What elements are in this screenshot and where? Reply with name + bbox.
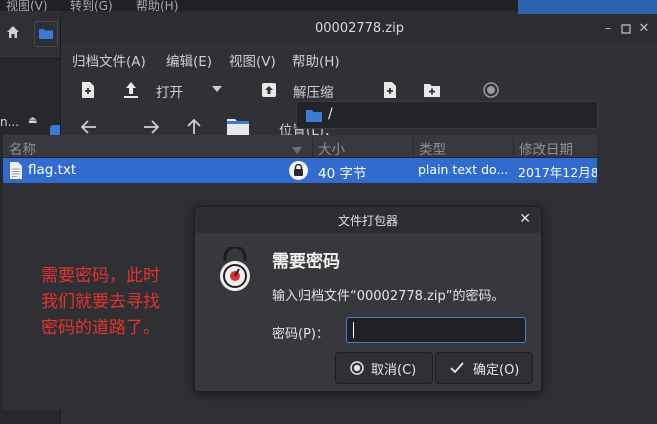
dialog-heading: 需要密码 [272,252,340,272]
root-folder-icon [306,110,322,122]
minimize-icon[interactable]: – [601,22,615,36]
cancel-button[interactable]: 取消(C) [335,352,433,384]
cancel-icon [350,361,364,375]
dialog-titlebar: 文件打包器 ✕ [195,207,541,233]
file-type: plain text do... [418,162,509,177]
maximize-icon[interactable] [619,22,633,36]
stop-icon[interactable] [483,82,499,102]
menubar: 归档文件(A) 编辑(E) 视图(V) 帮助(H) [61,44,657,72]
menu-archive[interactable]: 归档文件(A) [72,50,146,70]
new-archive-icon[interactable] [81,82,95,102]
add-folder-icon[interactable] [424,82,440,101]
file-list-header: 名称 大小 类型 修改日期 [3,135,597,158]
menu-edit[interactable]: 编辑(E) [166,50,212,70]
add-file-icon[interactable] [383,82,397,102]
annotation-line: 我们就要去寻找 [41,292,160,312]
column-size[interactable]: 大小 [318,138,345,158]
background-toolbar [0,11,60,59]
dialog-message: 输入归档文件“00002778.zip”的密码。 [272,289,505,304]
password-label: 密码(P)： [272,327,329,342]
ok-label: 确定(O) [473,363,520,378]
column-separator [513,135,514,158]
close-icon[interactable]: ✕ [637,22,651,36]
checkmark-icon [450,362,464,374]
annotation-note: 需要密码，此时 我们就要去寻找 密码的道路了。 [41,263,211,341]
annotation-line: 需要密码，此时 [41,266,160,286]
open-dropdown-chevron-icon[interactable] [212,82,222,97]
file-name: flag.txt [28,162,77,178]
eject-icon[interactable]: ⏏ [28,115,37,126]
window-title: 00002778.zip [315,21,404,36]
menu-view[interactable]: 视图(V) [229,50,276,70]
bg-menu-go[interactable]: 转到(G) [70,0,113,14]
extract-button-label[interactable]: 解压缩 [293,81,334,101]
location-path: / [328,106,333,122]
lock-icon [289,161,308,180]
dialog-close-icon[interactable]: ✕ [519,211,531,227]
password-input[interactable] [346,317,526,343]
file-size: 40 字节 [318,166,367,182]
dialog-title: 文件打包器 [337,214,398,228]
open-button-label[interactable]: 打开 [156,81,183,101]
column-type[interactable]: 类型 [419,138,446,158]
ok-button[interactable]: 确定(O) [435,352,533,384]
password-lock-icon [217,245,253,295]
column-separator [413,135,414,158]
open-icon[interactable] [123,81,139,103]
extract-icon[interactable] [261,82,277,102]
file-row[interactable]: flag.txt 40 字节 plain text do... 2017年12月… [3,158,597,183]
bg-menu-help[interactable]: 帮助(H) [136,0,178,14]
sort-descending-icon[interactable] [292,143,302,158]
location-path-field[interactable]: / [296,101,598,129]
text-caret [353,322,354,338]
annotation-line: 密码的道路了。 [41,318,160,338]
home-icon[interactable] [6,25,20,43]
bg-folder-button[interactable] [34,21,58,47]
column-separator [312,135,313,158]
column-name[interactable]: 名称 [9,138,36,158]
file-modified: 2017年12月8日 17:28 [518,165,597,180]
menu-help[interactable]: 帮助(H) [292,50,340,70]
cancel-label: 取消(C) [371,363,417,378]
window-titlebar: 00002778.zip – ✕ [61,14,657,44]
text-file-icon [10,162,22,179]
column-modified[interactable]: 修改日期 [519,138,573,158]
bg-sidebar-text: n... [0,115,20,129]
password-dialog: 文件打包器 ✕ 需要密码 输入归档文件“00002778.zip”的密码。 密码… [194,206,542,392]
